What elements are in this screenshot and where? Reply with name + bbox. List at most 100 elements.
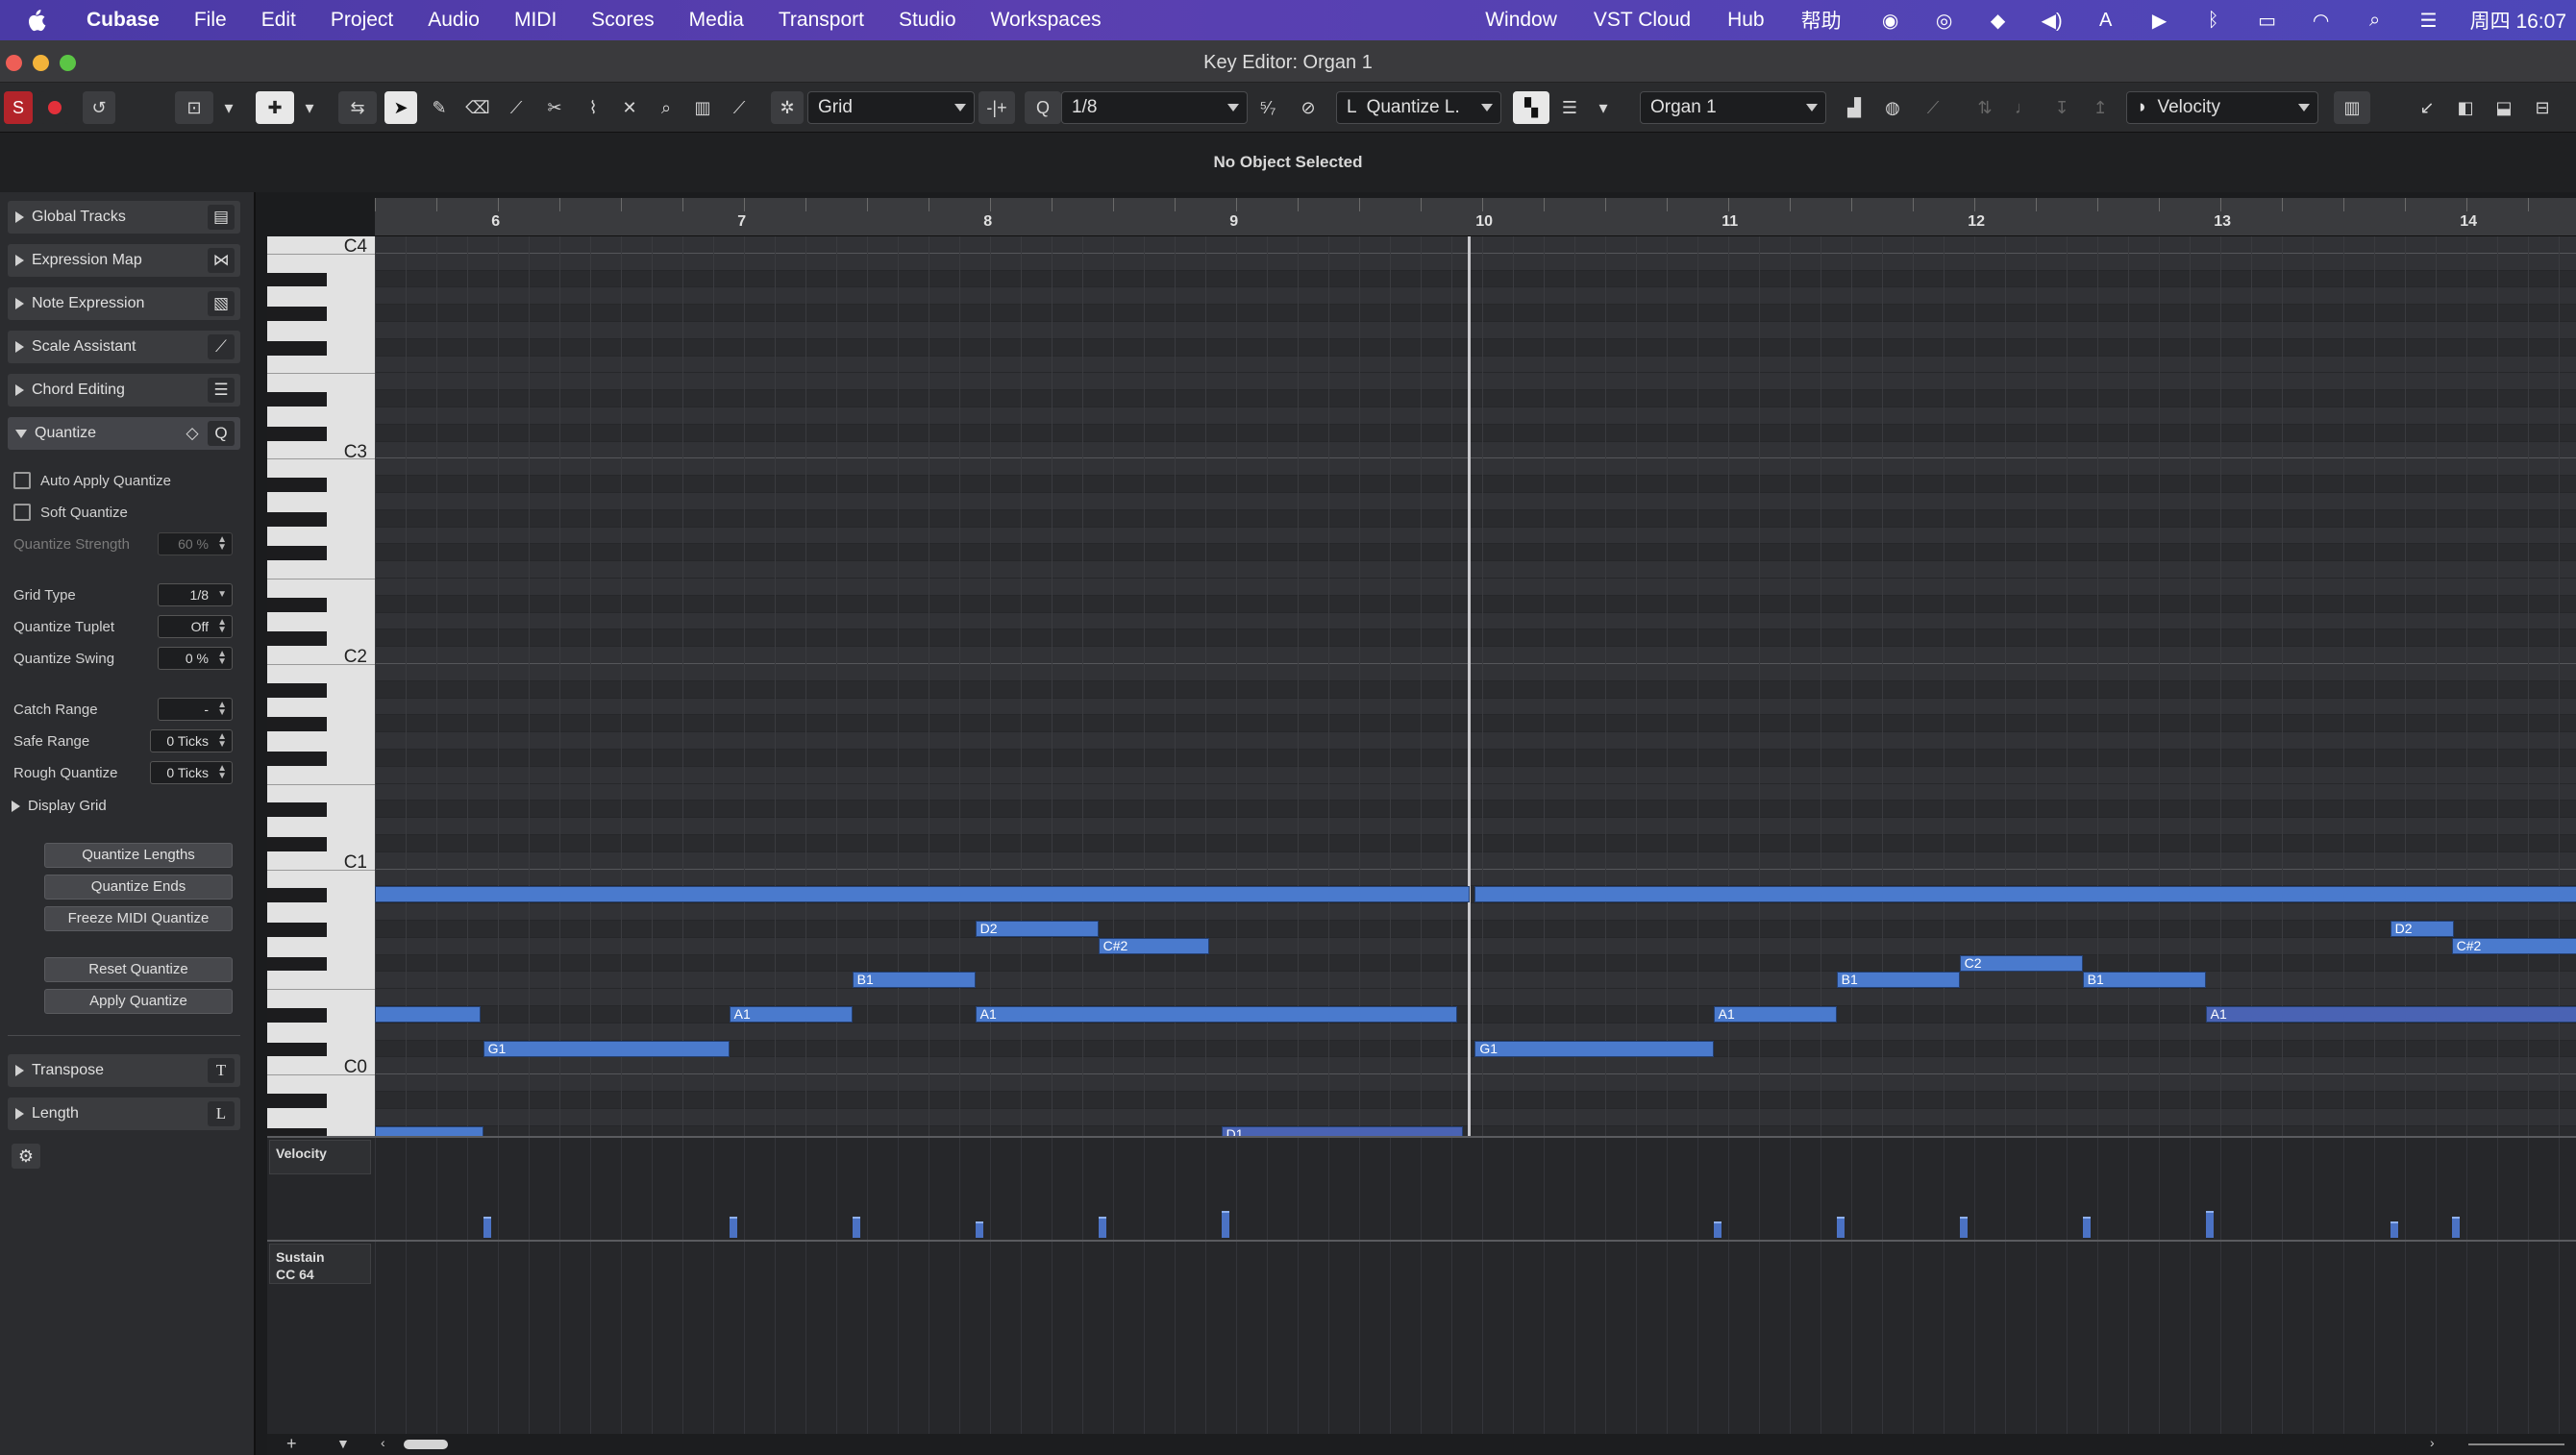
- horizontal-scrollbar[interactable]: + ▼ ‹ ›: [267, 1434, 2576, 1455]
- black-key[interactable]: [267, 511, 327, 527]
- nudge-note-icon[interactable]: ♩: [2007, 91, 2040, 124]
- section-expression-map[interactable]: Expression Map ⋈: [8, 244, 240, 277]
- step-input-icon[interactable]: ▚: [1513, 91, 1549, 124]
- menu-hub[interactable]: Hub: [1727, 9, 1765, 32]
- black-key[interactable]: [267, 752, 327, 766]
- velocity-bar[interactable]: [2083, 1217, 2092, 1238]
- scale-assistant-icon[interactable]: ⟋: [208, 334, 235, 359]
- menu-scores[interactable]: Scores: [591, 9, 654, 32]
- menu-transport[interactable]: Transport: [779, 9, 864, 32]
- midi-note[interactable]: G1: [1474, 1040, 1714, 1057]
- black-key[interactable]: [267, 478, 327, 492]
- stepper-icon[interactable]: ▲ ▼: [217, 650, 227, 667]
- chord-editing-icon[interactable]: ▟: [1838, 91, 1870, 124]
- midi-note[interactable]: G1: [483, 1040, 730, 1057]
- chord-editing-icon[interactable]: ☰: [208, 378, 235, 403]
- mute-tool-icon[interactable]: ✕: [613, 91, 646, 124]
- section-global-tracks[interactable]: Global Tracks ▤: [8, 201, 240, 234]
- grid-type-field[interactable]: 1/8 ▼: [158, 583, 233, 606]
- show-info-icon[interactable]: ✚: [256, 91, 294, 124]
- auto-apply-quantize-checkbox[interactable]: [13, 472, 31, 489]
- note-color-icon[interactable]: ☰: [1553, 91, 1586, 124]
- black-key[interactable]: [267, 546, 327, 561]
- apply-quantize-button[interactable]: Apply Quantize: [44, 989, 233, 1014]
- split-tool-icon[interactable]: ✂: [538, 91, 571, 124]
- length-quantize-select[interactable]: L Quantize L.: [1336, 91, 1501, 124]
- add-lane-icon[interactable]: +: [286, 1434, 297, 1454]
- black-key[interactable]: [267, 631, 327, 647]
- midi-note[interactable]: [375, 1125, 483, 1136]
- reset-quantize-button[interactable]: Reset Quantize: [44, 957, 233, 982]
- quantize-icon[interactable]: Q: [208, 421, 235, 446]
- zoom-slider[interactable]: [2468, 1443, 2564, 1445]
- note-color-dropdown-icon[interactable]: ▾: [1592, 91, 1615, 124]
- menu-audio[interactable]: Audio: [428, 9, 480, 32]
- bluetooth-icon[interactable]: ᛒ: [2201, 10, 2226, 31]
- battery-icon[interactable]: ▭: [2255, 10, 2280, 32]
- velocity-bar[interactable]: [2390, 1221, 2399, 1238]
- scale-icon[interactable]: ⟋: [1917, 91, 1949, 124]
- midi-note[interactable]: B1: [2082, 972, 2206, 989]
- section-length[interactable]: Length L: [8, 1097, 240, 1130]
- midi-note[interactable]: C2: [1959, 954, 2083, 972]
- catch-range-field[interactable]: - ▲ ▼: [158, 698, 233, 721]
- midi-note[interactable]: [375, 1006, 482, 1023]
- wechat-icon[interactable]: ◎: [1932, 10, 1957, 32]
- expression-map-icon[interactable]: ⋈: [208, 248, 235, 273]
- visibility-dropdown-icon[interactable]: ▾: [217, 91, 240, 124]
- status-app-icon[interactable]: ◉: [1878, 10, 1903, 32]
- midi-note[interactable]: C#2: [1098, 937, 1209, 954]
- black-key[interactable]: [267, 717, 327, 732]
- scroll-right-icon[interactable]: ›: [2430, 1435, 2435, 1450]
- soft-quantize-checkbox[interactable]: [13, 504, 31, 521]
- nudge-down-icon[interactable]: ↧: [2045, 91, 2078, 124]
- iterative-quantize-icon[interactable]: ⊘: [1292, 91, 1325, 124]
- spotlight-search-icon[interactable]: ⌕: [2363, 10, 2388, 31]
- length-icon[interactable]: L: [208, 1101, 235, 1126]
- menu-studio[interactable]: Studio: [899, 9, 956, 32]
- rough-quantize-field[interactable]: 0 Ticks ▲ ▼: [150, 761, 233, 784]
- dropdown-icon[interactable]: ▼: [217, 590, 227, 600]
- menu-file[interactable]: File: [194, 9, 227, 32]
- draw-tool-icon[interactable]: ✎: [423, 91, 456, 124]
- midi-note[interactable]: B1: [852, 972, 976, 989]
- black-key[interactable]: [267, 956, 327, 972]
- velocity-bar[interactable]: [2206, 1211, 2215, 1238]
- velocity-bar[interactable]: [2452, 1217, 2461, 1238]
- midi-note[interactable]: A1: [975, 1006, 1458, 1023]
- piano-keyboard[interactable]: C4 C3 C2 C1 C0: [267, 236, 375, 1143]
- drumstick-tool-icon[interactable]: ⟋: [723, 91, 755, 124]
- velocity-bar[interactable]: [483, 1217, 492, 1238]
- controller-lane-select[interactable]: ◗ Velocity: [2126, 91, 2318, 124]
- keyboard-icon[interactable]: ▥: [2334, 91, 2370, 124]
- volume-icon[interactable]: ◀): [2040, 10, 2065, 32]
- freeze-midi-quantize-button[interactable]: Freeze MIDI Quantize: [44, 906, 233, 931]
- black-key[interactable]: [267, 682, 327, 698]
- black-key[interactable]: [267, 272, 327, 287]
- velocity-bar[interactable]: [1837, 1217, 1845, 1238]
- black-key[interactable]: [267, 1042, 327, 1057]
- midi-note[interactable]: [1474, 886, 2576, 903]
- velocity-bar[interactable]: [853, 1217, 861, 1238]
- scrollbar-thumb[interactable]: [404, 1440, 448, 1449]
- menu-project[interactable]: Project: [331, 9, 393, 32]
- input-method-icon[interactable]: A: [2093, 10, 2118, 31]
- wifi-icon[interactable]: ◠: [2309, 10, 2334, 32]
- info-dropdown-icon[interactable]: ▾: [298, 91, 321, 124]
- section-scale-assistant[interactable]: Scale Assistant ⟋: [8, 331, 240, 363]
- black-key[interactable]: [267, 340, 327, 356]
- section-chord-editing[interactable]: Chord Editing ☰: [8, 374, 240, 407]
- inspector-settings-icon[interactable]: ⚙: [12, 1144, 40, 1169]
- glue-tool-icon[interactable]: ⌇: [577, 91, 609, 124]
- black-key[interactable]: [267, 837, 327, 851]
- global-tracks-icon[interactable]: ▤: [208, 205, 235, 230]
- midi-note[interactable]: A1: [1713, 1006, 1837, 1023]
- quantize-lengths-button[interactable]: Quantize Lengths: [44, 843, 233, 868]
- velocity-bar[interactable]: [976, 1221, 984, 1238]
- record-icon[interactable]: [40, 91, 69, 124]
- menu-media[interactable]: Media: [689, 9, 744, 32]
- section-note-expression[interactable]: Note Expression ▧: [8, 287, 240, 320]
- safe-range-field[interactable]: 0 Ticks ▲ ▼: [150, 729, 233, 752]
- collapse-icon[interactable]: ↙: [2411, 91, 2443, 124]
- midi-note[interactable]: A1: [729, 1006, 853, 1023]
